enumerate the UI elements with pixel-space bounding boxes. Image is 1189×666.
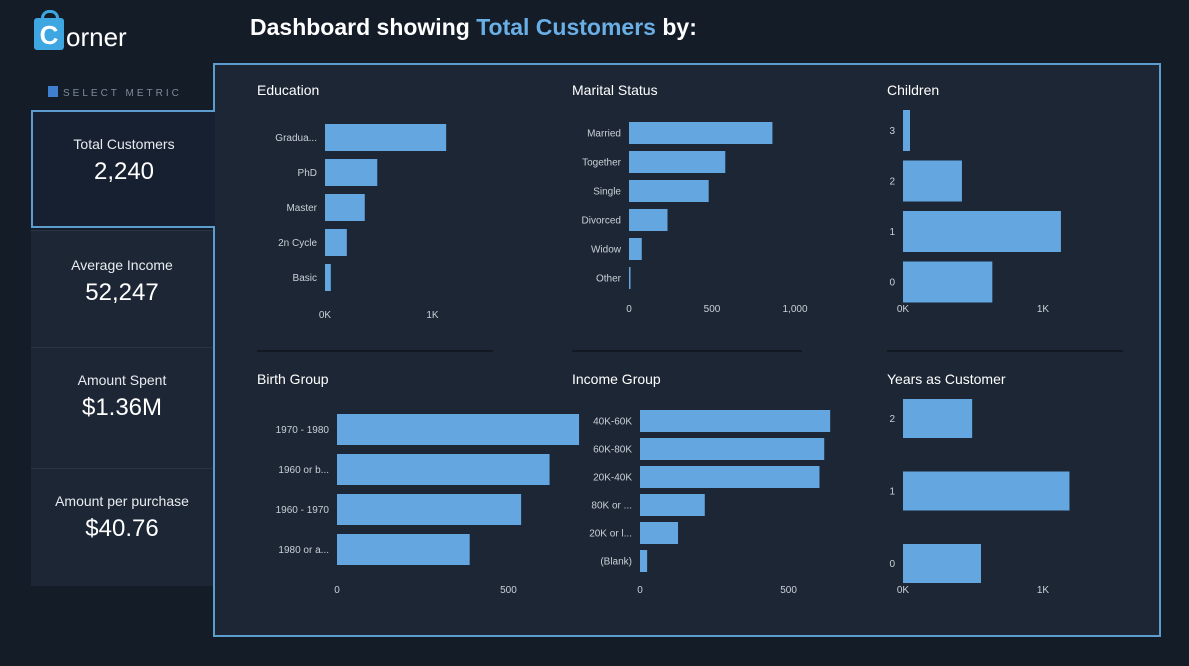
category-label: 1 (889, 487, 895, 498)
bar-3[interactable] (903, 544, 981, 583)
bar-1[interactable] (903, 399, 973, 438)
bar-2[interactable] (903, 471, 1070, 511)
category-label: 2 (889, 414, 895, 425)
tick-label: 0K (897, 585, 910, 596)
chart-years-as-customer: 2 1 0 0K 1K (889, 399, 1070, 596)
tick-label: 1K (1037, 585, 1050, 596)
category-label: 0 (889, 559, 895, 570)
